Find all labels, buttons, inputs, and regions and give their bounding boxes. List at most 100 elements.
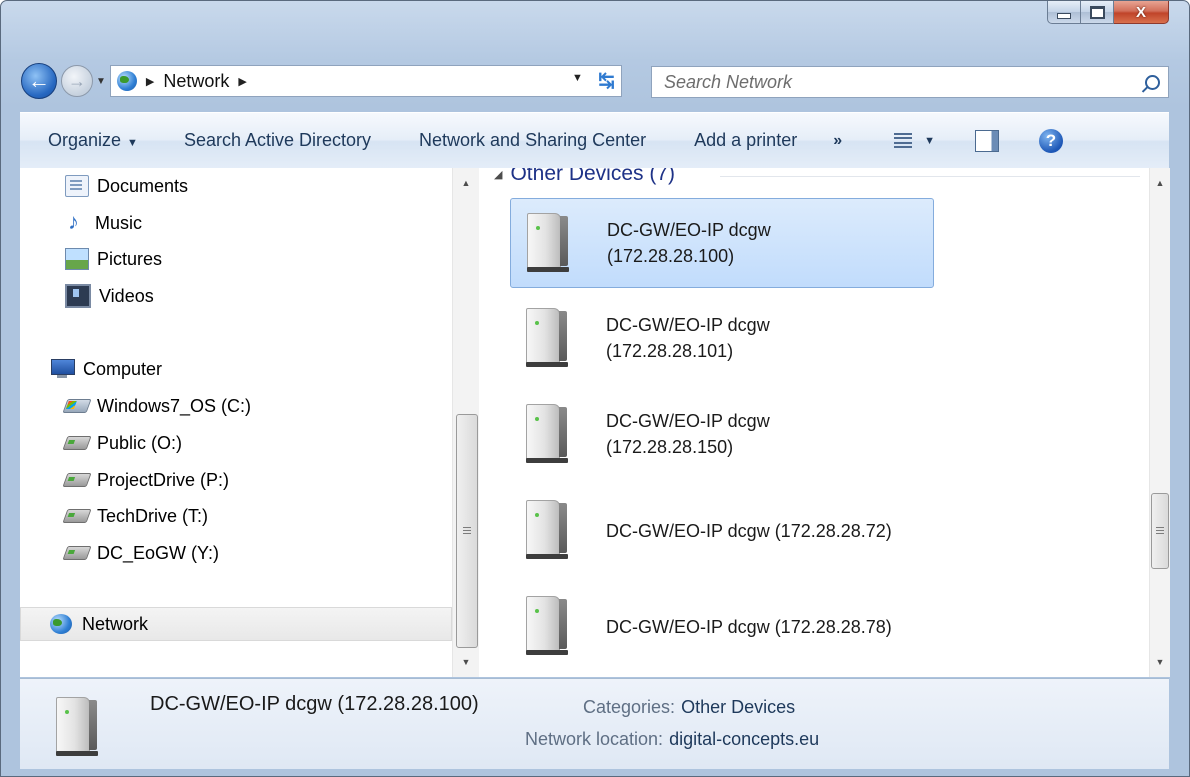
scroll-down-icon[interactable]: ▼ (453, 651, 479, 673)
search-active-directory-button[interactable]: Search Active Directory (184, 130, 371, 151)
nav-item-documents[interactable]: Documents (65, 171, 188, 201)
device-item[interactable]: DC-GW/EO-IP dcgw (172.28.28.72) (510, 486, 932, 574)
forward-arrow-icon: → (68, 70, 86, 91)
back-button[interactable]: ← (21, 63, 57, 99)
network-drive-icon (62, 473, 92, 487)
selected-device-name: DC-GW/EO-IP dcgw (172.28.28.100) (150, 693, 479, 715)
organize-label: Organize (48, 130, 122, 150)
group-divider (720, 176, 1140, 177)
breadcrumb-network[interactable]: Network (163, 71, 229, 92)
network-drive-icon (62, 436, 92, 450)
device-item[interactable]: DC-GW/EO-IP dcgw (172.28.28.101) (510, 294, 932, 382)
scroll-down-icon[interactable]: ▼ (1150, 651, 1170, 673)
maximize-icon (1089, 5, 1105, 19)
device-item[interactable]: DC-GW/EO-IP dcgw (172.28.28.150) (510, 390, 932, 478)
details-pane: DC-GW/EO-IP dcgw (172.28.28.100) Categor… (20, 678, 1169, 769)
network-location-row: Network location: digital-concepts.eu (525, 729, 819, 750)
nav-item-drive-y[interactable]: DC_EoGW (Y:) (62, 538, 220, 568)
device-item[interactable]: DC-GW/EO-IP dcgw (172.28.28.100) (510, 198, 934, 288)
nav-item-label: Computer (83, 358, 163, 379)
window-controls: X (1047, 1, 1169, 39)
file-pane-scrollbar[interactable]: ▲ ▼ (1149, 168, 1170, 677)
help-icon[interactable]: ? (1039, 128, 1063, 153)
refresh-icon[interactable]: ↹ (598, 68, 615, 93)
nav-item-computer[interactable]: Computer (51, 354, 162, 384)
videos-icon (65, 284, 91, 308)
recent-pages-dropdown[interactable]: ▼ (96, 76, 106, 87)
chevron-down-icon: ▼ (127, 137, 138, 149)
group-header[interactable]: ◢ Other Devices (7) (494, 168, 675, 188)
nav-item-music[interactable]: Music (65, 208, 142, 238)
device-address: (172.28.28.101) (606, 341, 734, 361)
nav-item-drive-p[interactable]: ProjectDrive (P:) (62, 465, 230, 495)
explorer-window: X ← → ▼ ▶ Network ▶ ▼ ↹ Search Network O… (0, 0, 1190, 777)
device-label: DC-GW/EO-IP dcgw (172.28.28.101) (606, 312, 770, 364)
nav-item-label: TechDrive (T:) (97, 505, 209, 526)
network-sharing-center-button[interactable]: Network and Sharing Center (419, 130, 646, 151)
scrollbar-thumb[interactable] (1151, 493, 1169, 569)
grip-icon (1156, 527, 1164, 535)
more-commands-button[interactable]: » (833, 132, 842, 150)
view-options-icon[interactable] (894, 132, 913, 149)
navigation-pane: Documents Music Pictures Videos Computer… (20, 168, 452, 677)
minimize-button[interactable] (1047, 1, 1081, 24)
device-name: DC-GW/EO-IP dcgw (606, 315, 770, 335)
device-icon (526, 500, 568, 560)
device-name: DC-GW/EO-IP dcgw (172.28.28.72) (606, 521, 892, 541)
nav-item-videos[interactable]: Videos (65, 281, 154, 311)
device-label: DC-GW/EO-IP dcgw (172.28.28.100) (607, 217, 771, 269)
command-bar: Organize ▼ Search Active Directory Networ… (20, 112, 1169, 169)
device-icon (56, 697, 98, 757)
group-title: Other Devices (7) (510, 168, 676, 185)
pictures-icon (65, 248, 89, 270)
search-icon[interactable] (1145, 74, 1160, 90)
device-icon (526, 404, 568, 464)
nav-item-label: Music (95, 212, 143, 233)
address-dropdown-icon[interactable]: ▼ (572, 72, 583, 84)
nav-pane-scrollbar[interactable]: ▲ ▼ (452, 168, 479, 677)
nav-item-network[interactable]: Network (20, 607, 452, 641)
add-printer-button[interactable]: Add a printer (694, 130, 797, 151)
collapse-arrow-icon[interactable]: ◢ (494, 168, 502, 181)
content-area: Documents Music Pictures Videos Computer… (20, 168, 1170, 677)
device-icon (527, 213, 569, 273)
device-item[interactable]: DC-GW/EO-IP dcgw (172.28.28.78) (510, 582, 932, 670)
categories-label: Categories: (583, 697, 676, 717)
device-label: DC-GW/EO-IP dcgw (172.28.28.150) (606, 408, 770, 460)
network-drive-icon (62, 509, 92, 523)
breadcrumb-separator-icon[interactable]: ▶ (146, 75, 154, 88)
device-name: DC-GW/EO-IP dcgw (607, 220, 771, 240)
maximize-button[interactable] (1081, 1, 1114, 24)
minimize-icon (1057, 13, 1071, 19)
back-arrow-icon: ← (28, 68, 50, 93)
file-pane: ◢ Other Devices (7) DC-GW/EO-IP dcgw (17… (480, 168, 1149, 677)
close-icon: X (1135, 3, 1146, 21)
scroll-up-icon[interactable]: ▲ (453, 172, 479, 194)
nav-item-drive-o[interactable]: Public (O:) (62, 428, 182, 458)
nav-item-pictures[interactable]: Pictures (65, 244, 162, 274)
organize-button[interactable]: Organize ▼ (48, 130, 138, 151)
nav-item-label: ProjectDrive (P:) (97, 469, 230, 490)
preview-pane-icon[interactable] (975, 129, 999, 152)
nav-item-drive-c[interactable]: Windows7_OS (C:) (62, 391, 252, 421)
forward-button[interactable]: → (61, 65, 93, 97)
categories-value: Other Devices (681, 697, 796, 717)
nav-item-label: DC_EoGW (Y:) (97, 542, 220, 563)
scroll-up-icon[interactable]: ▲ (1150, 172, 1170, 194)
nav-item-label: Windows7_OS (C:) (97, 395, 252, 416)
device-address: (172.28.28.150) (606, 437, 734, 457)
search-input[interactable]: Search Network (664, 72, 1145, 93)
close-button[interactable]: X (1114, 1, 1169, 24)
search-box[interactable]: Search Network (651, 66, 1169, 98)
view-dropdown-icon[interactable]: ▼ (924, 135, 935, 147)
network-drive-icon (62, 546, 92, 560)
nav-item-drive-t[interactable]: TechDrive (T:) (62, 501, 209, 531)
device-name: DC-GW/EO-IP dcgw (172.28.28.78) (606, 617, 892, 637)
device-address: (172.28.28.100) (607, 246, 735, 266)
device-icon (526, 308, 568, 368)
device-label: DC-GW/EO-IP dcgw (172.28.28.72) (606, 518, 892, 544)
address-bar[interactable]: ▶ Network ▶ ▼ ↹ (109, 65, 622, 97)
breadcrumb-separator-icon[interactable]: ▶ (238, 75, 246, 88)
network-location-value: digital-concepts.eu (669, 729, 820, 749)
scrollbar-thumb[interactable] (456, 414, 478, 648)
